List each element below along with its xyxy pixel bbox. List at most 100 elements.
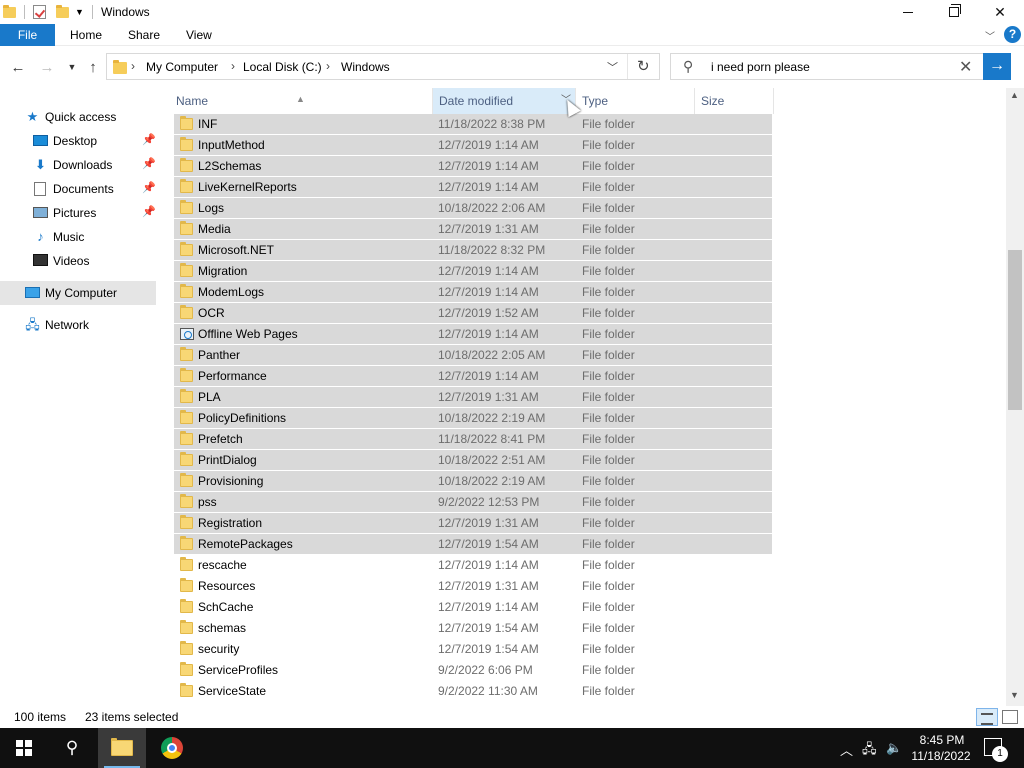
- table-row[interactable]: ModemLogs 12/7/2019 1:14 AM File folder: [174, 282, 772, 303]
- sidebar-item-network[interactable]: 🖧 Network: [0, 313, 156, 337]
- column-header-type[interactable]: Type: [576, 88, 695, 114]
- file-date-modified: 12/7/2019 1:14 AM: [438, 327, 539, 341]
- file-name: ServiceProfiles: [198, 663, 279, 677]
- file-type: File folder: [582, 180, 635, 194]
- tab-view[interactable]: View: [172, 24, 226, 46]
- search-go-button[interactable]: →: [983, 53, 1011, 80]
- table-row[interactable]: Microsoft.NET 11/18/2022 8:32 PM File fold…: [174, 240, 772, 261]
- breadcrumb-my-computer[interactable]: My Computer: [146, 60, 218, 74]
- clock-time[interactable]: 8:45 PM: [912, 733, 972, 747]
- customize-toolbar-chevron-icon[interactable]: ▼: [75, 7, 84, 17]
- column-header-size[interactable]: Size: [695, 88, 774, 114]
- tab-share[interactable]: Share: [114, 24, 174, 46]
- vertical-scrollbar[interactable]: ▲ ▼: [1006, 88, 1024, 706]
- sidebar-item-documents[interactable]: Documents 📌: [0, 177, 156, 201]
- expand-ribbon-chevron-icon[interactable]: ﹀: [985, 28, 995, 43]
- recent-locations-button[interactable]: ▼: [62, 57, 82, 77]
- breadcrumb-separator-icon[interactable]: ›: [131, 59, 135, 73]
- table-row[interactable]: PrintDialog 10/18/2022 2:51 AM File folder: [174, 450, 772, 471]
- table-row[interactable]: OCR 12/7/2019 1:52 AM File folder: [174, 303, 772, 324]
- column-header-label: Date modified: [439, 94, 514, 108]
- start-button[interactable]: [0, 728, 48, 768]
- tab-file[interactable]: File: [0, 24, 55, 46]
- scrollbar-thumb[interactable]: [1008, 250, 1022, 410]
- column-header-name[interactable]: Name ▲: [170, 88, 431, 114]
- address-bar[interactable]: › My Computer › Local Disk (C:) › Window…: [106, 53, 660, 80]
- table-row[interactable]: Performance 12/7/2019 1:14 AM File folder: [174, 366, 772, 387]
- pin-icon[interactable]: 📌: [142, 133, 156, 146]
- table-row[interactable]: INF 11/18/2022 8:38 PM File folder: [174, 114, 772, 135]
- chevron-down-icon: ▼: [67, 62, 77, 72]
- pin-icon[interactable]: 📌: [142, 205, 156, 218]
- sidebar-item-desktop[interactable]: Desktop 📌: [0, 129, 156, 153]
- table-row[interactable]: ServiceProfiles 9/2/2022 6:06 PM File fold…: [174, 660, 772, 681]
- taskbar-search-icon[interactable]: ⚲: [48, 728, 96, 768]
- table-row[interactable]: InputMethod 12/7/2019 1:14 AM File folder: [174, 135, 772, 156]
- table-row[interactable]: Provisioning 10/18/2022 2:19 AM File folde…: [174, 471, 772, 492]
- network-status-icon[interactable]: 🖧: [862, 740, 877, 762]
- notification-badge: 1: [992, 746, 1008, 762]
- table-row[interactable]: LiveKernelReports 12/7/2019 1:14 AM File f…: [174, 177, 772, 198]
- clear-search-icon[interactable]: ✕: [959, 57, 972, 77]
- table-row[interactable]: PolicyDefinitions 10/18/2022 2:19 AM File …: [174, 408, 772, 429]
- star-icon: ★: [26, 109, 39, 124]
- forward-button[interactable]: →: [37, 57, 57, 77]
- back-button[interactable]: ←: [8, 57, 28, 77]
- details-view-icon[interactable]: [976, 708, 998, 726]
- column-header-date-modified[interactable]: Date modified ﹀: [432, 88, 576, 114]
- sidebar-item-pictures[interactable]: Pictures 📌: [0, 201, 156, 225]
- table-row[interactable]: ServiceState 9/2/2022 11:30 AM File folder: [174, 681, 772, 702]
- maximize-button[interactable]: [931, 0, 977, 24]
- table-row[interactable]: pss 9/2/2022 12:53 PM File folder: [174, 492, 772, 513]
- tab-home[interactable]: Home: [56, 24, 116, 46]
- music-note-icon: ♪: [37, 229, 44, 244]
- search-input[interactable]: i need porn please: [711, 60, 810, 74]
- scroll-up-icon[interactable]: ▲: [1010, 90, 1019, 100]
- search-box[interactable]: ⚲ i need porn please ✕: [670, 53, 984, 80]
- table-row[interactable]: rescache 12/7/2019 1:14 AM File folder: [174, 555, 772, 576]
- help-icon[interactable]: ?: [1004, 26, 1021, 43]
- table-row[interactable]: Panther 10/18/2022 2:05 AM File folder: [174, 345, 772, 366]
- table-row[interactable]: security 12/7/2019 1:54 AM File folder: [174, 639, 772, 660]
- table-row[interactable]: Resources 12/7/2019 1:31 AM File folder: [174, 576, 772, 597]
- pin-icon[interactable]: 📌: [142, 157, 156, 170]
- table-row[interactable]: L2Schemas 12/7/2019 1:14 AM File folder: [174, 156, 772, 177]
- minimize-button[interactable]: [885, 0, 931, 24]
- file-type: File folder: [582, 684, 635, 698]
- file-type: File folder: [582, 537, 635, 551]
- breadcrumb-windows[interactable]: Windows: [341, 60, 390, 74]
- file-date-modified: 12/7/2019 1:54 AM: [438, 621, 539, 635]
- taskbar-chrome[interactable]: [148, 728, 196, 768]
- show-hidden-icons-chevron-icon[interactable]: ︿: [840, 740, 853, 759]
- clock-date[interactable]: 11/18/2022: [906, 749, 976, 763]
- sidebar-item-my-computer[interactable]: My Computer: [0, 281, 156, 305]
- sidebar-item-quick-access[interactable]: ★ Quick access: [0, 105, 156, 129]
- breadcrumb-separator-icon[interactable]: ›: [326, 59, 330, 73]
- sidebar-item-videos[interactable]: Videos: [0, 249, 156, 273]
- up-button[interactable]: ↑: [83, 57, 103, 77]
- table-row[interactable]: schemas 12/7/2019 1:54 AM File folder: [174, 618, 772, 639]
- table-row[interactable]: SchCache 12/7/2019 1:14 AM File folder: [174, 597, 772, 618]
- table-row[interactable]: PLA 12/7/2019 1:31 AM File folder: [174, 387, 772, 408]
- address-history-chevron-icon[interactable]: ﹀: [607, 59, 618, 75]
- sidebar-item-downloads[interactable]: ⬇ Downloads 📌: [0, 153, 156, 177]
- properties-icon[interactable]: [33, 5, 46, 19]
- scroll-down-icon[interactable]: ▼: [1010, 690, 1019, 700]
- table-row[interactable]: Prefetch 11/18/2022 8:41 PM File folder: [174, 429, 772, 450]
- breadcrumb-separator-icon[interactable]: ›: [231, 59, 235, 73]
- new-folder-icon[interactable]: [56, 4, 69, 18]
- table-row[interactable]: RemotePackages 12/7/2019 1:54 AM File fold…: [174, 534, 772, 555]
- close-button[interactable]: ✕: [977, 0, 1023, 24]
- refresh-icon[interactable]: ↻: [637, 57, 650, 75]
- sidebar-item-music[interactable]: ♪ Music: [0, 225, 156, 249]
- table-row[interactable]: Registration 12/7/2019 1:31 AM File folder: [174, 513, 772, 534]
- table-row[interactable]: Media 12/7/2019 1:31 AM File folder: [174, 219, 772, 240]
- volume-icon[interactable]: 🔈: [886, 740, 902, 756]
- table-row[interactable]: Logs 10/18/2022 2:06 AM File folder: [174, 198, 772, 219]
- pin-icon[interactable]: 📌: [142, 181, 156, 194]
- table-row[interactable]: Offline Web Pages 12/7/2019 1:14 AM File f…: [174, 324, 772, 345]
- large-icons-view-icon[interactable]: [1002, 710, 1018, 724]
- table-row[interactable]: Migration 12/7/2019 1:14 AM File folder: [174, 261, 772, 282]
- breadcrumb-local-disk[interactable]: Local Disk (C:): [243, 60, 322, 74]
- taskbar-file-explorer[interactable]: [98, 728, 146, 768]
